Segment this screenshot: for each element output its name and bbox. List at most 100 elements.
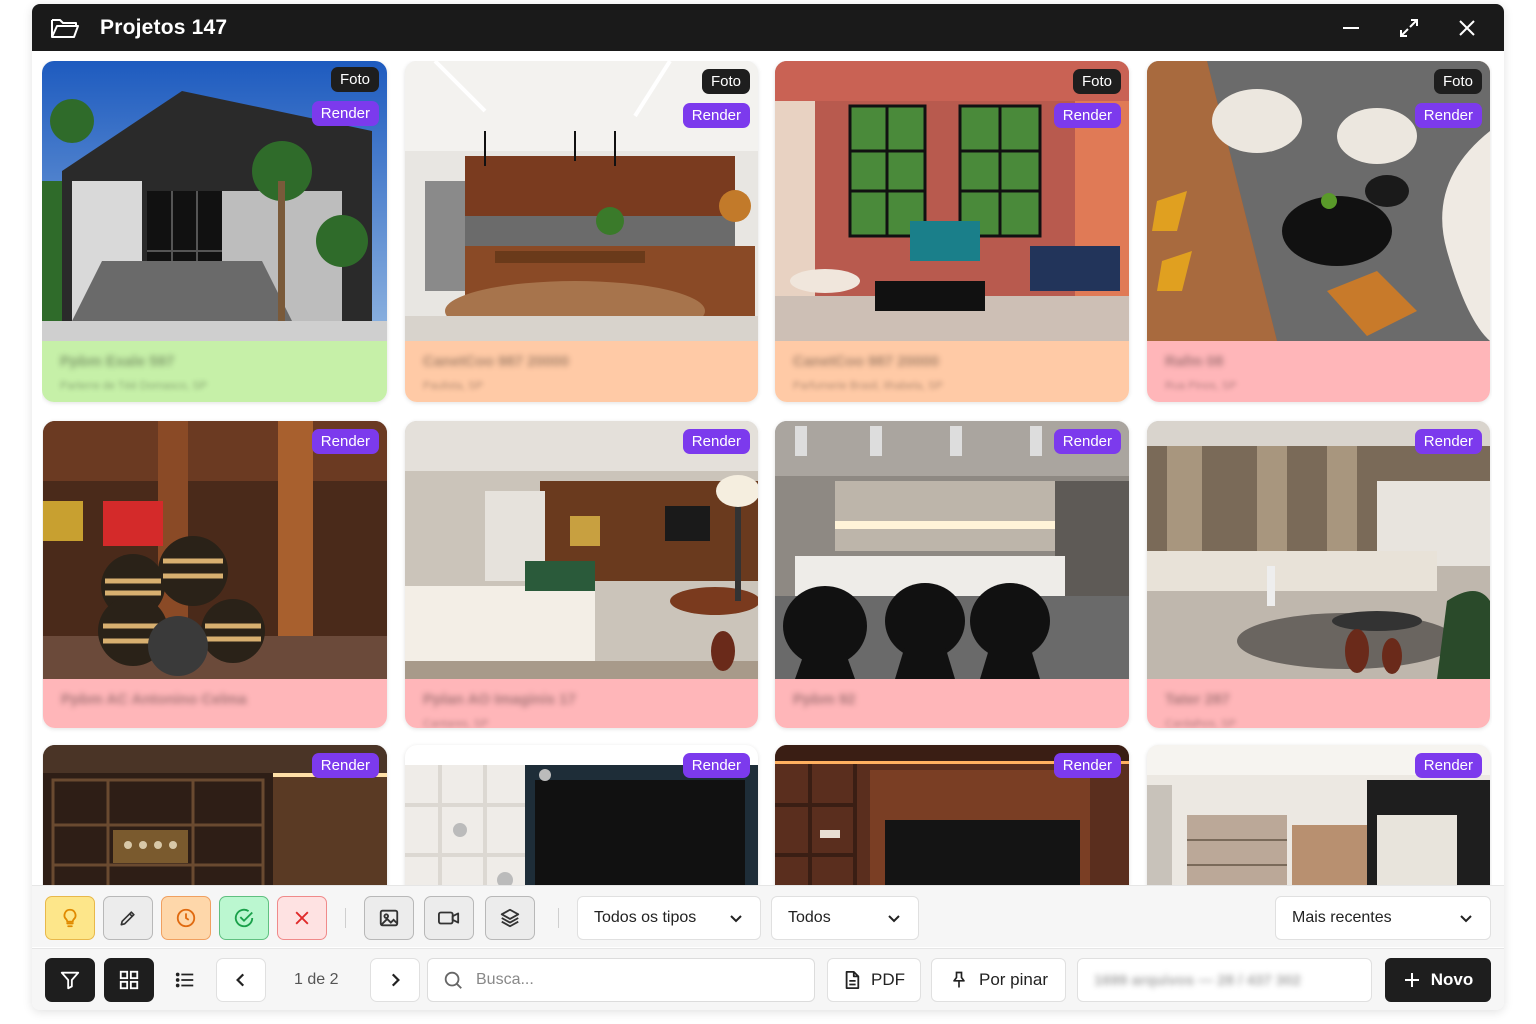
project-info: CanetCoo 987 20000 Paulista, SP (405, 341, 758, 402)
funnel-icon (60, 971, 80, 990)
foto-badge: Foto (701, 69, 750, 94)
minimize-button[interactable] (1336, 13, 1366, 43)
folder-open-icon (51, 18, 79, 38)
document-icon (845, 971, 860, 989)
video-filter-button[interactable] (424, 896, 474, 940)
expand-icon (1400, 18, 1418, 37)
pending-filter-button[interactable] (161, 896, 211, 940)
pin-icon (953, 971, 965, 988)
previous-page-button[interactable] (216, 958, 266, 1002)
render-badge: Render (311, 429, 379, 454)
project-name: CanetCoo 987 20000 (423, 353, 569, 370)
render-badge: Render (311, 753, 379, 778)
filter-toolbar: Todos os tipos Todos Mais recentes (32, 885, 1504, 947)
close-icon (1459, 19, 1475, 36)
project-location: Rua Pinos, SP (1165, 380, 1237, 392)
plus-icon (1404, 973, 1419, 987)
projects-window: Projetos 147 Ppbm Exale 597 Parterre de … (32, 4, 1504, 1010)
new-button-label: Novo (1430, 970, 1474, 989)
list-view-button[interactable] (160, 958, 210, 1002)
project-name: Pplan AO Imaginis 17 (423, 691, 576, 708)
search-input[interactable] (476, 971, 776, 989)
render-badge: Render (1414, 753, 1482, 778)
project-name: Ppbm AC Antonino Celma (61, 691, 247, 708)
pencil-icon (120, 911, 135, 926)
x-icon (295, 911, 309, 925)
project-info: Ppbm AC Antonino Celma (43, 679, 387, 728)
search-icon (444, 971, 462, 989)
new-button[interactable]: Novo (1385, 958, 1491, 1002)
type-select-value: Todos os tipos (594, 909, 697, 926)
next-page-button[interactable] (370, 958, 420, 1002)
minimize-icon (1343, 26, 1359, 29)
project-name: Ppbm Exale 597 (60, 353, 175, 370)
project-location: Paulista, SP (423, 380, 483, 392)
foto-badge: Foto (330, 67, 379, 92)
grid-view-button[interactable] (104, 958, 154, 1002)
title-bar: Projetos 147 (32, 4, 1504, 51)
project-card[interactable]: Render (405, 745, 758, 885)
grid-icon (119, 970, 139, 990)
layers-filter-button[interactable] (485, 896, 535, 940)
close-button[interactable] (1452, 13, 1482, 43)
chevron-left-icon (236, 973, 245, 987)
edit-filter-button[interactable] (103, 896, 153, 940)
project-card[interactable]: Ppbm Exale 597 Parterre de Téé Domasco, … (42, 61, 387, 402)
project-info: Tater 287 Cardalhos, SP (1147, 679, 1490, 728)
project-card[interactable]: Ppbm 92 Render (775, 421, 1129, 728)
project-name: Ppbm 92 (793, 691, 856, 708)
render-badge: Render (682, 753, 750, 778)
pin-button[interactable]: Por pinar (931, 958, 1066, 1002)
project-card[interactable]: CanetCoo 987 20000 Paulista, SP Foto Ren… (405, 61, 758, 402)
project-location: Parterre de Téé Domasco, SP (60, 380, 208, 392)
project-card[interactable]: Render (43, 745, 387, 885)
project-location: Cantares, SP (423, 718, 489, 728)
project-card[interactable]: Render (775, 745, 1129, 885)
project-info: Rafm 08 Rua Pinos, SP (1147, 341, 1490, 402)
project-thumbnail (405, 421, 758, 679)
clock-icon (176, 908, 196, 928)
render-badge: Render (682, 103, 750, 128)
project-card[interactable]: Rafm 08 Rua Pinos, SP Foto Render (1147, 61, 1490, 402)
project-card[interactable]: Render (1147, 745, 1490, 885)
sort-select-value: Mais recentes (1292, 909, 1392, 926)
render-badge: Render (1053, 753, 1121, 778)
render-badge: Render (682, 429, 750, 454)
project-card[interactable]: Tater 287 Cardalhos, SP Render (1147, 421, 1490, 728)
divider (558, 908, 559, 928)
project-card[interactable]: Ppbm AC Antonino Celma Render (43, 421, 387, 728)
pin-button-label: Por pinar (979, 970, 1048, 989)
pdf-button-label: PDF (871, 970, 905, 989)
render-badge: Render (1414, 429, 1482, 454)
project-location: Cardalhos, SP (1165, 718, 1236, 728)
layers-icon (500, 908, 520, 928)
lightbulb-icon (63, 908, 77, 928)
scope-select[interactable]: Todos (771, 896, 919, 940)
check-circle-icon (234, 908, 254, 928)
image-icon (379, 909, 399, 927)
divider (345, 908, 346, 928)
project-grid: Ppbm Exale 597 Parterre de Téé Domasco, … (42, 61, 1492, 885)
project-info: Pplan AO Imaginis 17 Cantares, SP (405, 679, 758, 728)
rejected-filter-button[interactable] (277, 896, 327, 940)
project-card[interactable]: Pplan AO Imaginis 17 Cantares, SP Render (405, 421, 758, 728)
filter-toggle-button[interactable] (45, 958, 95, 1002)
project-thumbnail (775, 421, 1129, 679)
project-thumbnail (43, 421, 387, 679)
project-name: CanetCoo 987 20000 (793, 353, 939, 370)
type-select[interactable]: Todos os tipos (577, 896, 761, 940)
chevron-down-icon (1460, 915, 1472, 923)
image-filter-button[interactable] (364, 896, 414, 940)
project-name: Rafm 08 (1165, 353, 1224, 370)
project-thumbnail (1147, 421, 1490, 679)
foto-badge: Foto (1433, 69, 1482, 94)
idea-filter-button[interactable] (45, 896, 95, 940)
approved-filter-button[interactable] (219, 896, 269, 940)
pdf-button[interactable]: PDF (827, 958, 921, 1002)
chevron-down-icon (888, 915, 900, 923)
render-badge: Render (1053, 103, 1121, 128)
foto-badge: Foto (1072, 69, 1121, 94)
project-card[interactable]: CanetCoo 987 20000 Parfumerie Brasil, Il… (775, 61, 1129, 402)
sort-select[interactable]: Mais recentes (1275, 896, 1491, 940)
maximize-button[interactable] (1394, 13, 1424, 43)
